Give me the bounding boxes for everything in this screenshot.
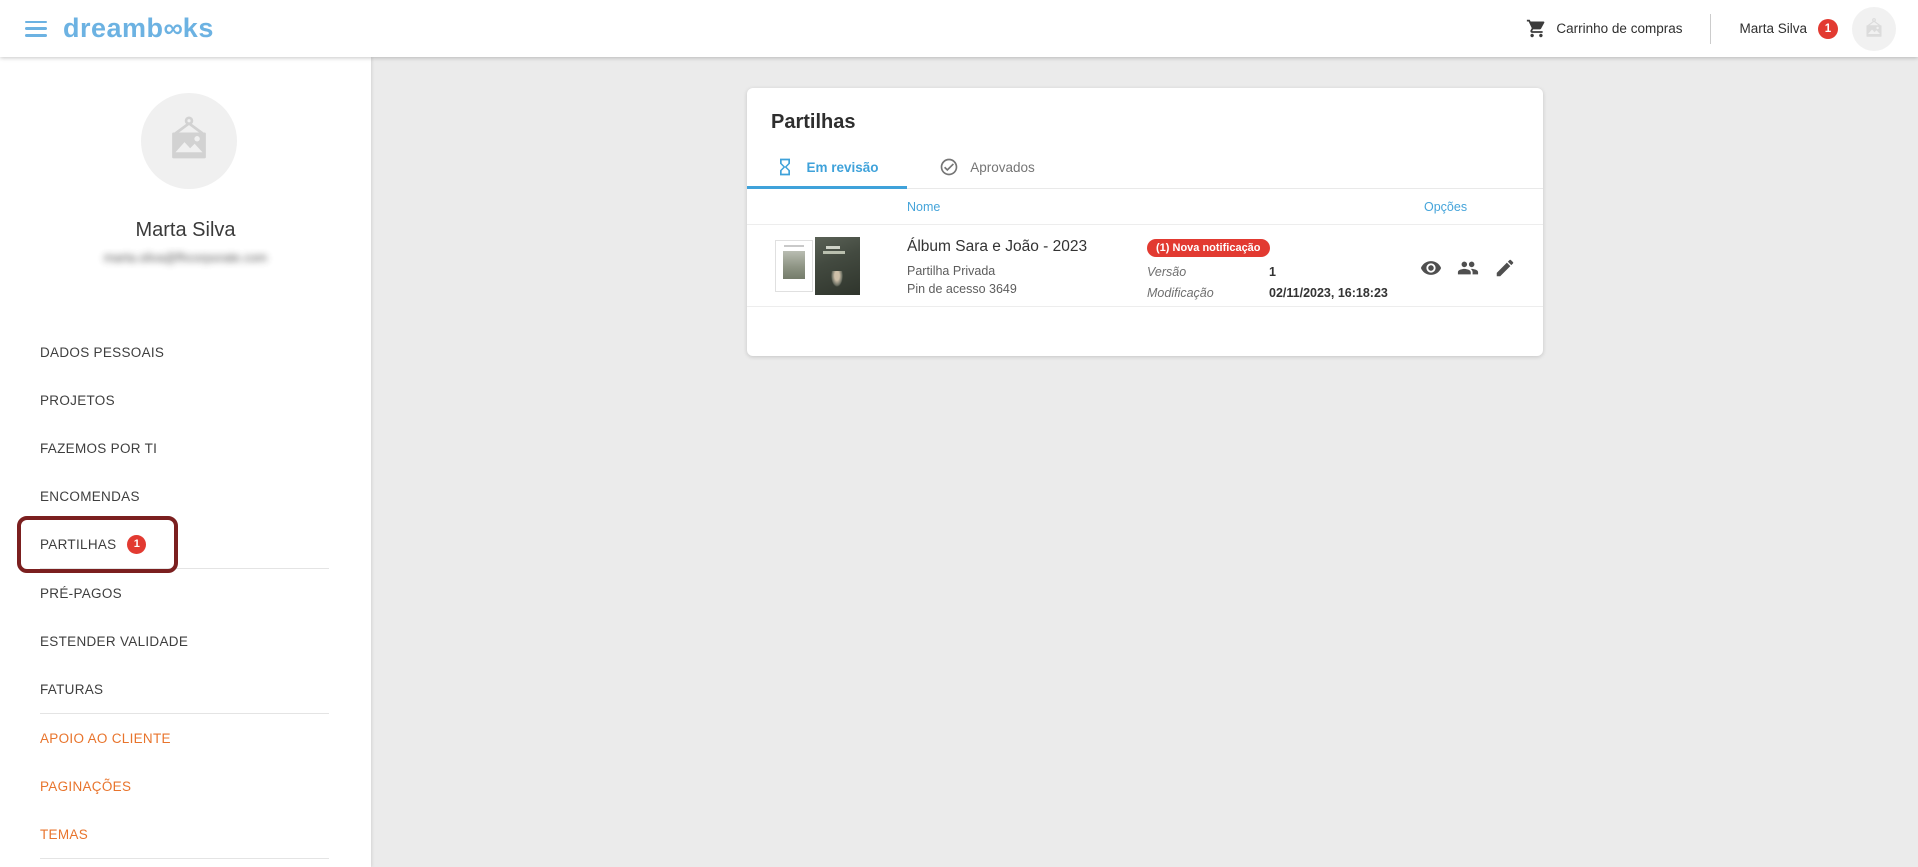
version-value: 1: [1269, 262, 1276, 283]
row-main-info: Álbum Sara e João - 2023 Partilha Privad…: [907, 238, 1087, 298]
pencil-icon: [1494, 257, 1516, 279]
version-line: Versão 1: [1147, 262, 1388, 283]
partilhas-count-badge: 1: [127, 535, 146, 554]
dreambooks-logo[interactable]: dreamb∞ks: [63, 13, 214, 44]
image-placeholder-icon: [1862, 17, 1886, 41]
sidebar-item-projetos[interactable]: PROJETOS: [0, 376, 371, 424]
profile-name: Marta Silva: [0, 219, 371, 242]
sidebar-divider: [40, 858, 329, 859]
card-title: Partilhas: [747, 88, 1543, 146]
cart-icon: [1526, 18, 1547, 39]
tab-label: Aprovados: [970, 160, 1035, 175]
sidebar-item-pre-pagos[interactable]: PRÉ-PAGOS: [0, 569, 371, 617]
cart-button[interactable]: Carrinho de compras: [1526, 18, 1682, 39]
album-cover-back: [815, 237, 860, 295]
sidebar-item-label: DADOS PESSOAIS: [40, 345, 164, 360]
column-header-opcoes: Opções: [1424, 200, 1467, 214]
tab-label: Em revisão: [806, 160, 878, 175]
modification-label: Modificação: [1147, 283, 1269, 304]
user-menu[interactable]: Marta Silva 1: [1739, 7, 1896, 51]
sidebar-item-estender-validade[interactable]: ESTENDER VALIDADE: [0, 617, 371, 665]
access-pin: Pin de acesso 3649: [907, 280, 1087, 298]
infinity-icon: ∞: [164, 13, 183, 43]
dreambooks-app: dreamb∞ks Carrinho de compras Marta Silv…: [0, 0, 1918, 867]
sidebar-item-label: PRÉ-PAGOS: [40, 586, 122, 601]
sidebar-item-encomendas[interactable]: ENCOMENDAS: [0, 472, 371, 520]
sidebar: Marta Silva marta.silva@fhcorporate.com …: [0, 57, 371, 867]
topbar-right: Carrinho de compras Marta Silva 1: [1526, 7, 1896, 51]
column-header-nome: Nome: [907, 200, 940, 214]
people-icon: [1457, 257, 1479, 279]
logo-text-first: dreamb: [63, 13, 164, 43]
profile-avatar[interactable]: [141, 93, 237, 189]
user-name: Marta Silva: [1739, 21, 1807, 36]
sidebar-item-label: ESTENDER VALIDADE: [40, 634, 188, 649]
modification-line: Modificação 02/11/2023, 16:18:23: [1147, 283, 1388, 304]
sidebar-item-temas[interactable]: TEMAS: [0, 810, 371, 858]
row-actions: [1419, 256, 1517, 280]
table-header: Nome Opções: [747, 189, 1543, 225]
sidebar-item-paginacoes[interactable]: PAGINAÇÕES: [0, 762, 371, 810]
new-notification-badge: (1) Nova notificação: [1147, 239, 1270, 257]
sidebar-item-label: FAZEMOS POR TI: [40, 441, 157, 456]
menu-icon[interactable]: [25, 21, 47, 37]
sidebar-item-label: APOIO AO CLIENTE: [40, 731, 171, 746]
eye-icon: [1420, 257, 1442, 279]
sidebar-item-dados-pessoais[interactable]: DADOS PESSOAIS: [0, 328, 371, 376]
tabs: Em revisão Aprovados: [747, 146, 1543, 189]
album-name: Álbum Sara e João - 2023: [907, 238, 1087, 256]
sidebar-item-apoio-ao-cliente[interactable]: APOIO AO CLIENTE: [0, 714, 371, 762]
table-row[interactable]: Álbum Sara e João - 2023 Partilha Privad…: [747, 225, 1543, 307]
sidebar-item-label: PROJETOS: [40, 393, 115, 408]
album-cover-front: [775, 240, 813, 292]
tab-em-revisao[interactable]: Em revisão: [747, 146, 907, 188]
partilhas-card: Partilhas Em revisão Aprovados Nome Opçõ…: [747, 88, 1543, 356]
sidebar-item-label: TEMAS: [40, 827, 88, 842]
notification-badge: 1: [1818, 19, 1838, 39]
sidebar-item-fazemos-por-ti[interactable]: FAZEMOS POR TI: [0, 424, 371, 472]
image-placeholder-icon: [162, 114, 216, 168]
sidebar-item-label: PARTILHAS: [40, 537, 116, 552]
check-circle-icon: [939, 157, 959, 177]
avatar[interactable]: [1852, 7, 1896, 51]
modification-value: 02/11/2023, 16:18:23: [1269, 283, 1388, 304]
edit-button[interactable]: [1493, 256, 1517, 280]
sidebar-item-label: FATURAS: [40, 682, 103, 697]
logo-text-last: ks: [183, 13, 214, 43]
card-footer: [747, 307, 1543, 356]
share-privacy: Partilha Privada: [907, 262, 1087, 280]
sidebar-nav: DADOS PESSOAIS PROJETOS FAZEMOS POR TI E…: [0, 328, 371, 859]
topbar: dreamb∞ks Carrinho de compras Marta Silv…: [0, 0, 1918, 57]
view-button[interactable]: [1419, 256, 1443, 280]
row-meta: (1) Nova notificação Versão 1 Modificaçã…: [1147, 238, 1388, 304]
shared-users-button[interactable]: [1456, 256, 1480, 280]
sidebar-item-partilhas[interactable]: PARTILHAS 1: [0, 520, 371, 568]
sidebar-item-faturas[interactable]: FATURAS: [0, 665, 371, 713]
topbar-divider: [1710, 14, 1711, 44]
album-thumbnails: [775, 236, 860, 296]
hourglass-icon: [775, 157, 795, 177]
profile-email-redacted: marta.silva@fhcorporate.com: [0, 251, 371, 265]
cart-label: Carrinho de compras: [1556, 21, 1682, 36]
tab-aprovados[interactable]: Aprovados: [907, 146, 1067, 188]
version-label: Versão: [1147, 262, 1269, 283]
sidebar-item-label: PAGINAÇÕES: [40, 779, 131, 794]
sidebar-item-label: ENCOMENDAS: [40, 489, 140, 504]
